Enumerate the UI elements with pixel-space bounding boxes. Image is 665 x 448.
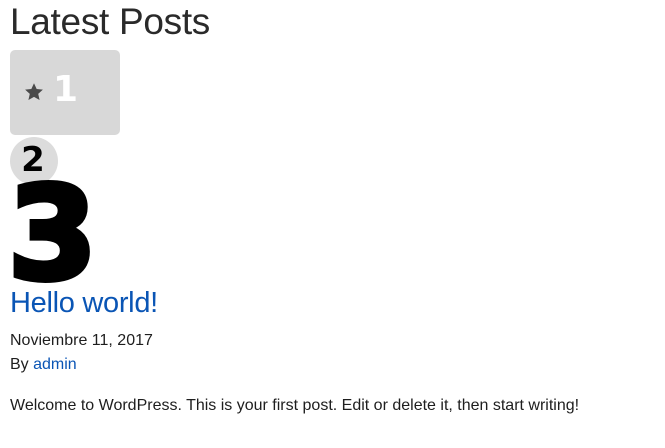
post-author-line: By admin [10,355,77,375]
rank-badge-1: 1 [10,50,120,135]
post-author-link[interactable]: admin [33,356,77,373]
post-excerpt: Welcome to WordPress. This is your first… [10,397,580,414]
rank-number-1: 1 [53,69,79,110]
post-title: Hello world! [10,285,158,321]
post-date: Noviembre 11, 2017 [10,332,153,349]
post-author-prefix: By [10,356,29,373]
post-title-link[interactable]: Hello world! [10,287,158,319]
star-icon [25,83,43,100]
block-heading: Latest Posts [10,1,211,42]
